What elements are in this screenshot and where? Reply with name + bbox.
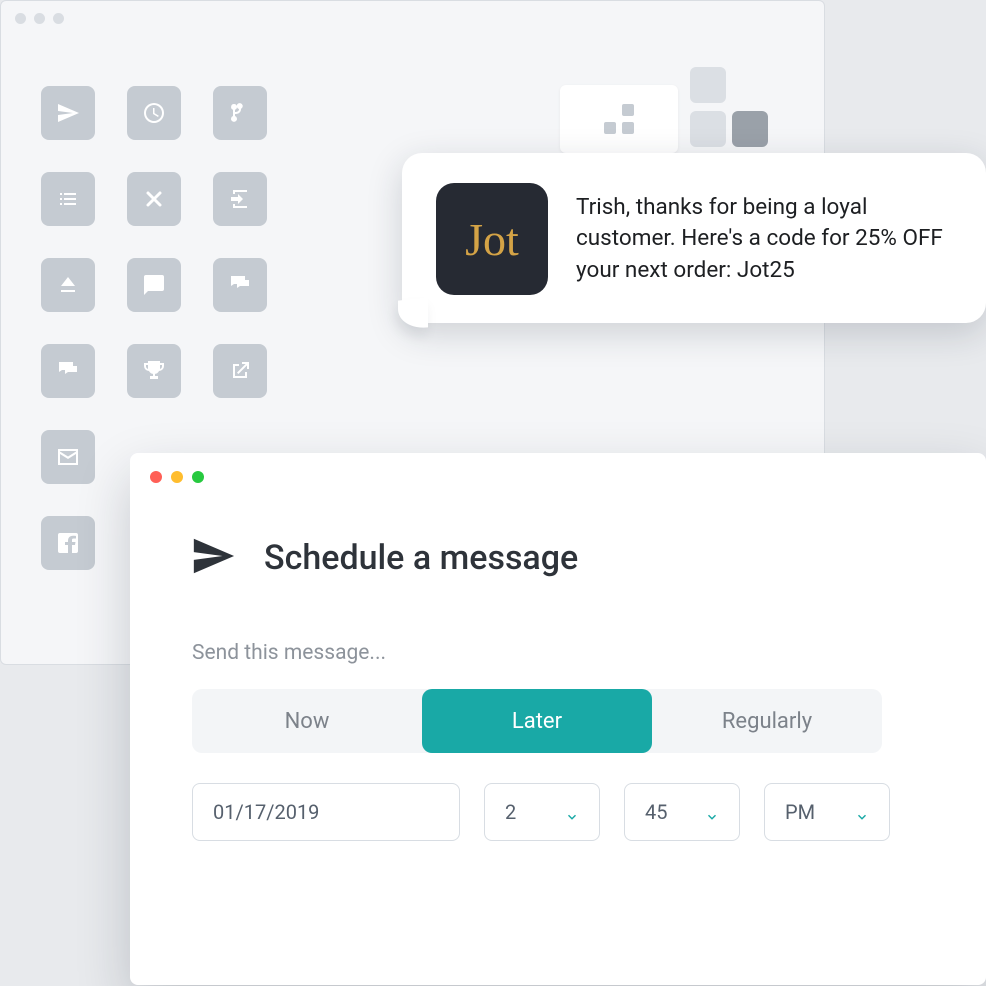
chevron-down-icon	[705, 805, 719, 819]
notification-text: Trish, thanks for being a loyal customer…	[576, 192, 948, 285]
close-icon[interactable]	[127, 172, 181, 226]
date-input[interactable]: 01/17/2019	[192, 783, 460, 841]
preview-card	[560, 85, 678, 153]
chat-alt-icon[interactable]	[41, 344, 95, 398]
datetime-row: 01/17/2019 2 45 PM	[192, 783, 924, 841]
tab-later[interactable]: Later	[422, 689, 652, 753]
exit-icon[interactable]	[213, 172, 267, 226]
trophy-icon[interactable]	[127, 344, 181, 398]
schedule-mode-tabs: Now Later Regularly	[192, 689, 882, 753]
minute-value: 45	[645, 800, 667, 824]
zoom-window-icon[interactable]	[192, 471, 204, 483]
window-controls	[1, 1, 824, 35]
brand-label: Jot	[465, 213, 519, 266]
message-preview-bubble: Jot Trish, thanks for being a loyal cust…	[402, 153, 986, 323]
tab-now[interactable]: Now	[192, 689, 422, 753]
send-icon	[190, 533, 236, 583]
tab-regularly[interactable]: Regularly	[652, 689, 882, 753]
preview-thumb	[690, 111, 726, 147]
prompt-label: Send this message...	[192, 641, 924, 665]
hour-value: 2	[505, 800, 516, 824]
clock-icon[interactable]	[127, 86, 181, 140]
window-dot	[34, 13, 45, 24]
chat-icon[interactable]	[127, 258, 181, 312]
dialog-title: Schedule a message	[264, 538, 578, 578]
mail-icon[interactable]	[41, 430, 95, 484]
chevron-down-icon	[855, 805, 869, 819]
ampm-select[interactable]: PM	[764, 783, 890, 841]
facebook-icon[interactable]	[41, 516, 95, 570]
date-value: 01/17/2019	[213, 800, 319, 824]
hour-select[interactable]: 2	[484, 783, 600, 841]
schedule-message-dialog: Schedule a message Send this message... …	[130, 453, 986, 985]
preview-thumb-active	[732, 111, 768, 147]
minute-select[interactable]: 45	[624, 783, 740, 841]
chevron-down-icon	[565, 805, 579, 819]
list-icon[interactable]	[41, 172, 95, 226]
window-controls	[130, 453, 986, 501]
minimize-window-icon[interactable]	[171, 471, 183, 483]
window-dot	[15, 13, 26, 24]
preview-thumb	[690, 67, 726, 103]
eject-icon[interactable]	[41, 258, 95, 312]
chat-bubbles-icon[interactable]	[213, 258, 267, 312]
external-link-icon[interactable]	[213, 344, 267, 398]
ampm-value: PM	[785, 800, 815, 824]
window-dot	[53, 13, 64, 24]
close-window-icon[interactable]	[150, 471, 162, 483]
branch-icon[interactable]	[213, 86, 267, 140]
brand-avatar: Jot	[436, 183, 548, 295]
send-icon[interactable]	[41, 86, 95, 140]
